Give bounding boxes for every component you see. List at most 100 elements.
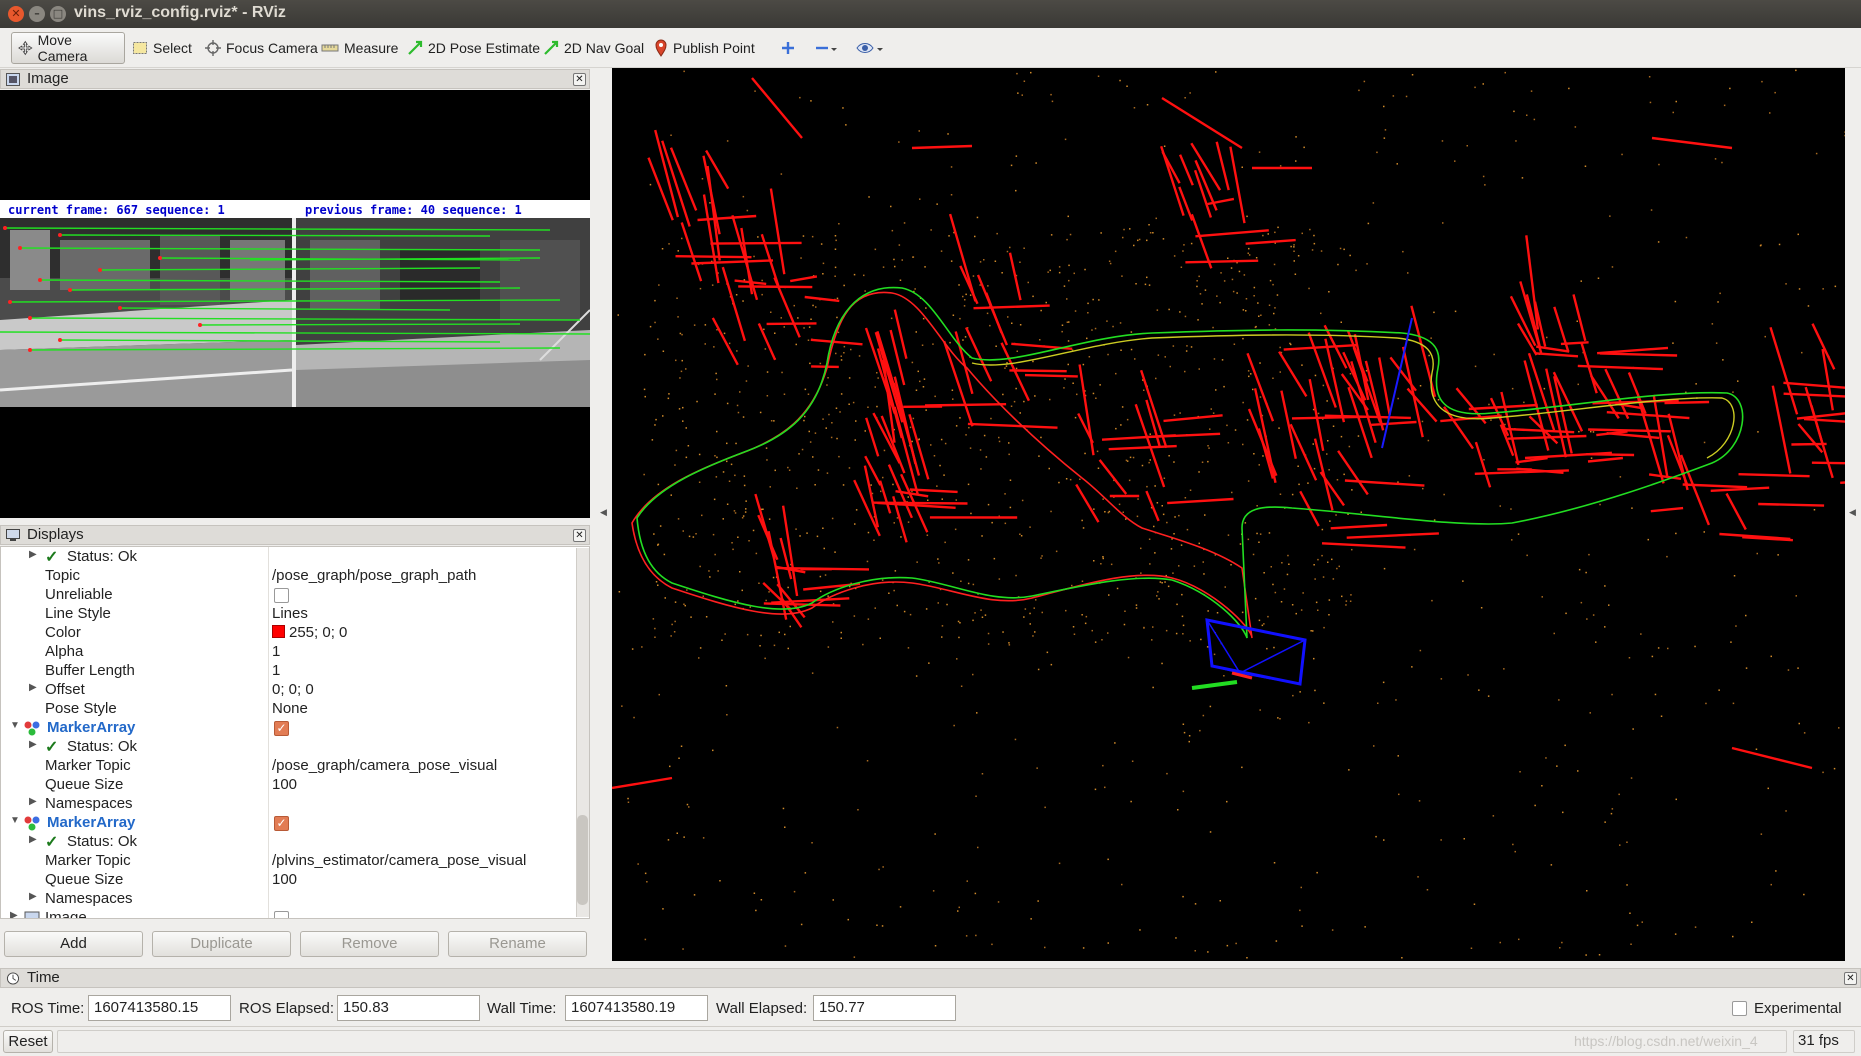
tree-row-queue-size-1[interactable]: Queue Size 100 [1, 776, 579, 795]
maximize-window-icon[interactable]: □ [50, 6, 66, 22]
focus-camera-tool[interactable]: Focus Camera [199, 32, 324, 64]
offset-value[interactable]: 0; 0; 0 [272, 681, 314, 698]
expand-arrow-icon[interactable]: ▶ [10, 910, 18, 918]
point-feature [773, 420, 775, 422]
expand-arrow-icon[interactable]: ▶ [29, 796, 37, 807]
point-feature [739, 391, 741, 393]
minus-icon [816, 46, 837, 51]
panel-splitter[interactable]: ◀ [596, 68, 612, 961]
tree-row-color[interactable]: Color 255; 0; 0 [1, 624, 579, 643]
expand-arrow-icon[interactable]: ▶ [29, 739, 37, 750]
unreliable-checkbox[interactable] [274, 588, 289, 603]
point-feature [1185, 350, 1188, 352]
duplicate-display-button[interactable]: Duplicate [152, 931, 291, 957]
point-feature [1226, 800, 1228, 803]
tree-row-alpha[interactable]: Alpha 1 [1, 643, 579, 662]
tree-row-unreliable[interactable]: Unreliable [1, 586, 579, 605]
displays-scrollbar-thumb[interactable] [577, 815, 588, 905]
expand-arrow-icon[interactable]: ▶ [29, 682, 37, 693]
point-feature [1082, 527, 1085, 529]
add-display-button[interactable]: Add [4, 931, 143, 957]
tree-row-marker-array-2[interactable]: ▼ MarkerArray ✓ [1, 814, 579, 833]
ros-time-field[interactable]: 1607413580.15 [88, 995, 231, 1021]
wall-time-field[interactable]: 1607413580.19 [565, 995, 708, 1021]
point-feature [1126, 418, 1129, 421]
point-feature [1207, 445, 1209, 447]
collapse-arrow-icon[interactable]: ▼ [10, 720, 20, 731]
tree-row-line-style[interactable]: Line Style Lines [1, 605, 579, 624]
close-displays-panel-icon[interactable]: ✕ [573, 529, 586, 542]
point-feature [916, 561, 918, 563]
point-feature [1745, 667, 1748, 669]
tree-row-namespaces-1[interactable]: ▶ Namespaces [1, 795, 579, 814]
expand-arrow-icon[interactable]: ▶ [29, 834, 37, 845]
collapse-left-arrow-icon[interactable]: ◀ [600, 508, 607, 518]
rename-display-button[interactable]: Rename [448, 931, 587, 957]
topic-value[interactable]: /pose_graph/pose_graph_path [272, 567, 476, 584]
queue-size-2-value[interactable]: 100 [272, 871, 297, 888]
3d-viewport[interactable] [612, 68, 1845, 961]
color-value[interactable]: 255; 0; 0 [272, 624, 347, 641]
tree-row-marker-topic-2[interactable]: Marker Topic /plvins_estimator/camera_po… [1, 852, 579, 871]
experimental-checkbox[interactable] [1732, 1001, 1747, 1016]
pose-style-value[interactable]: None [272, 700, 308, 717]
tree-row-namespaces-2[interactable]: ▶ Namespaces [1, 890, 579, 909]
tree-row-topic[interactable]: Topic /pose_graph/pose_graph_path [1, 567, 579, 586]
tree-row-offset[interactable]: ▶ Offset 0; 0; 0 [1, 681, 579, 700]
tree-row-buffer-length[interactable]: Buffer Length 1 [1, 662, 579, 681]
point-feature [1382, 681, 1385, 684]
buffer-length-value[interactable]: 1 [272, 662, 280, 679]
marker-array-1-enabled-checkbox[interactable]: ✓ [274, 721, 289, 736]
point-feature [1658, 163, 1660, 166]
tree-row-marker-array-1[interactable]: ▼ MarkerArray ✓ [1, 719, 579, 738]
remove-tool-button[interactable] [810, 32, 847, 64]
marker-topic-1-value[interactable]: /pose_graph/camera_pose_visual [272, 757, 497, 774]
expand-arrow-icon[interactable]: ▶ [29, 549, 37, 560]
tree-row-marker-topic-1[interactable]: Marker Topic /pose_graph/camera_pose_vis… [1, 757, 579, 776]
select-tool[interactable]: Select [126, 32, 198, 64]
point-feature [1462, 580, 1464, 582]
close-image-panel-icon[interactable]: ✕ [573, 73, 586, 86]
tree-row-status[interactable]: ▶ ✓ Status: Ok [1, 833, 579, 852]
add-tool-button[interactable] [776, 32, 805, 64]
collapse-arrow-icon[interactable]: ▼ [10, 815, 20, 826]
close-window-icon[interactable]: ✕ [8, 6, 24, 22]
publish-point-tool[interactable]: Publish Point [648, 32, 761, 64]
point-feature [826, 384, 828, 386]
expand-right-arrow-icon[interactable]: ◀ [1849, 508, 1856, 518]
point-feature [1036, 767, 1038, 769]
alpha-value[interactable]: 1 [272, 643, 280, 660]
line-style-value[interactable]: Lines [272, 605, 308, 622]
point-feature [864, 290, 866, 292]
remove-display-button[interactable]: Remove [300, 931, 439, 957]
marker-array-2-enabled-checkbox[interactable]: ✓ [274, 816, 289, 831]
right-panel-collapse-bar[interactable]: ◀ [1845, 68, 1861, 961]
expand-arrow-icon[interactable]: ▶ [29, 891, 37, 902]
measure-tool[interactable]: Measure [315, 32, 404, 64]
tree-row-queue-size-2[interactable]: Queue Size 100 [1, 871, 579, 890]
tree-row-status[interactable]: ▶ ✓ Status: Ok [1, 738, 579, 757]
view-menu-button[interactable] [852, 32, 893, 64]
point-feature [1729, 87, 1731, 90]
close-time-panel-icon[interactable]: ✕ [1844, 972, 1857, 985]
nav-goal-tool[interactable]: 2D Nav Goal [537, 32, 650, 64]
point-feature [915, 675, 918, 677]
image-display-checkbox[interactable] [274, 911, 289, 918]
minimize-window-icon[interactable]: – [29, 6, 45, 22]
tree-row-status[interactable]: ▶ ✓ Status: Ok [1, 548, 579, 567]
move-camera-tool[interactable]: Move Camera [11, 32, 125, 64]
point-feature [1082, 363, 1085, 366]
point-feature [957, 620, 960, 623]
wall-elapsed-field[interactable]: 150.77 [813, 995, 956, 1021]
point-feature [698, 657, 700, 659]
tree-row-pose-style[interactable]: Pose Style None [1, 700, 579, 719]
point-feature [951, 389, 954, 391]
reset-button[interactable]: Reset [3, 1030, 53, 1053]
tree-row-image[interactable]: ▶ Image [1, 909, 579, 918]
point-feature [1122, 511, 1124, 513]
marker-topic-2-value[interactable]: /plvins_estimator/camera_pose_visual [272, 852, 526, 869]
ros-elapsed-field[interactable]: 150.83 [337, 995, 480, 1021]
pose-estimate-tool[interactable]: 2D Pose Estimate [401, 32, 546, 64]
line-feature [1024, 373, 1078, 378]
queue-size-1-value[interactable]: 100 [272, 776, 297, 793]
